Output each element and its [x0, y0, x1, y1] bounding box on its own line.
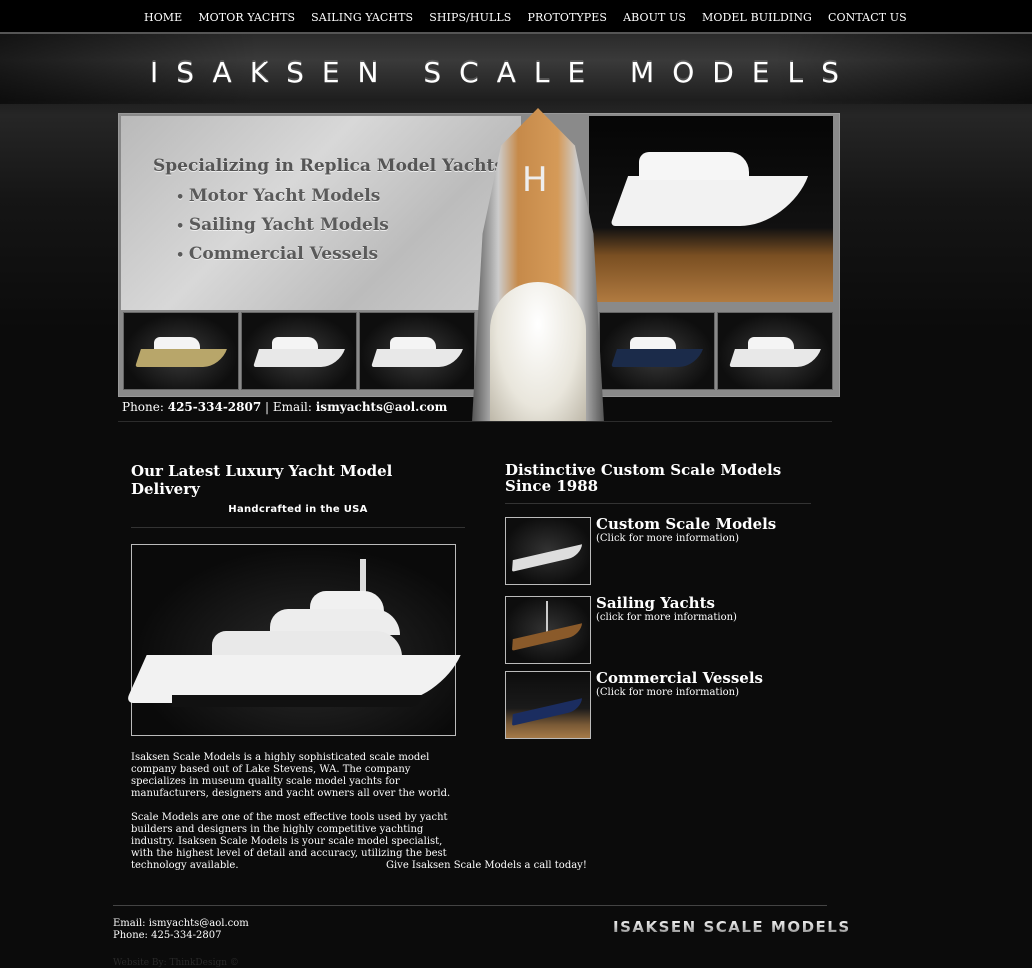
- email-label: Email:: [272, 400, 312, 414]
- divider: [505, 503, 811, 504]
- custom-models-section: Distinctive Custom Scale Models Since 19…: [505, 461, 811, 739]
- yacht-thumbnail[interactable]: [123, 312, 239, 390]
- hero-text-panel: Specializing in Replica Model Yachts Mot…: [121, 116, 521, 310]
- footer-divider: [113, 905, 827, 906]
- yacht-bow-deck: [490, 282, 586, 422]
- section-title: Distinctive Custom Scale Models Since 19…: [505, 461, 782, 495]
- category-thumbnail[interactable]: [505, 671, 591, 739]
- footer-phone: Phone: 425-334-2807: [113, 930, 222, 941]
- section-title: Our Latest Luxury Yacht Model Delivery: [131, 462, 393, 498]
- section-subtitle: Handcrafted in the USA: [228, 504, 368, 515]
- nav-home[interactable]: HOME: [136, 11, 190, 24]
- site-logo[interactable]: ISAKSEN SCALE MODELS: [150, 55, 857, 88]
- yacht-hull-image: [609, 176, 809, 226]
- nav-about-us[interactable]: ABOUT US: [615, 11, 694, 24]
- hero-bullet: Sailing Yacht Models: [176, 215, 389, 235]
- yacht-cabin-image: [639, 152, 749, 180]
- contact-line: Phone: 425-334-2807 | Email: ismyachts@a…: [122, 400, 447, 414]
- nav-sailing-yachts[interactable]: SAILING YACHTS: [303, 11, 421, 24]
- about-paragraph: Isaksen Scale Models is a highly sophist…: [131, 752, 451, 799]
- featured-yacht-image: [125, 544, 461, 736]
- nav-ships-hulls[interactable]: SHIPS/HULLS: [421, 11, 519, 24]
- divider: [131, 527, 465, 528]
- category-title[interactable]: Sailing Yachts: [596, 594, 715, 612]
- main-nav: HOME MOTOR YACHTS SAILING YACHTS SHIPS/H…: [136, 0, 915, 34]
- contact-separator: |: [265, 400, 270, 414]
- call-to-action: Give Isaksen Scale Models a call today!: [386, 860, 587, 871]
- divider: [118, 421, 832, 422]
- category-note: (Click for more information): [596, 533, 740, 544]
- category-note: (Click for more information): [596, 687, 740, 698]
- nav-prototypes[interactable]: PROTOTYPES: [519, 11, 615, 24]
- yacht-thumbnail[interactable]: [241, 312, 357, 390]
- hero-bullet-list: Motor Yacht Models Sailing Yacht Models …: [176, 186, 389, 273]
- hero-bullet: Commercial Vessels: [176, 244, 389, 264]
- category-title[interactable]: Commercial Vessels: [596, 669, 763, 687]
- nav-contact-us[interactable]: CONTACT US: [820, 11, 915, 24]
- phone-label: Phone:: [122, 400, 164, 414]
- hero-headline: Specializing in Replica Model Yachts: [153, 156, 504, 176]
- yacht-thumbnail[interactable]: [359, 312, 475, 390]
- yacht-thumbnail[interactable]: [717, 312, 833, 390]
- hero-bullet: Motor Yacht Models: [176, 186, 389, 206]
- category-title[interactable]: Custom Scale Models: [596, 515, 776, 533]
- email-address[interactable]: ismyachts@aol.com: [316, 400, 448, 414]
- nav-motor-yachts[interactable]: MOTOR YACHTS: [190, 11, 303, 24]
- yacht-thumbnail[interactable]: [599, 312, 715, 390]
- bow-letter: H: [522, 160, 548, 200]
- footer-logo: ISAKSEN SCALE MODELS: [613, 918, 851, 936]
- phone-number: 425-334-2807: [167, 400, 262, 414]
- category-thumbnail[interactable]: [505, 596, 591, 664]
- footer-contact: Email: ismyachts@aol.com Phone: 425-334-…: [113, 918, 249, 942]
- footer-email[interactable]: Email: ismyachts@aol.com: [113, 918, 249, 930]
- nav-model-building[interactable]: MODEL BUILDING: [694, 11, 820, 24]
- hero-yacht-photo: [589, 116, 833, 302]
- category-thumbnail[interactable]: [505, 517, 591, 585]
- latest-delivery-section: Our Latest Luxury Yacht Model Delivery H…: [125, 462, 465, 872]
- category-note: (click for more information): [596, 612, 737, 623]
